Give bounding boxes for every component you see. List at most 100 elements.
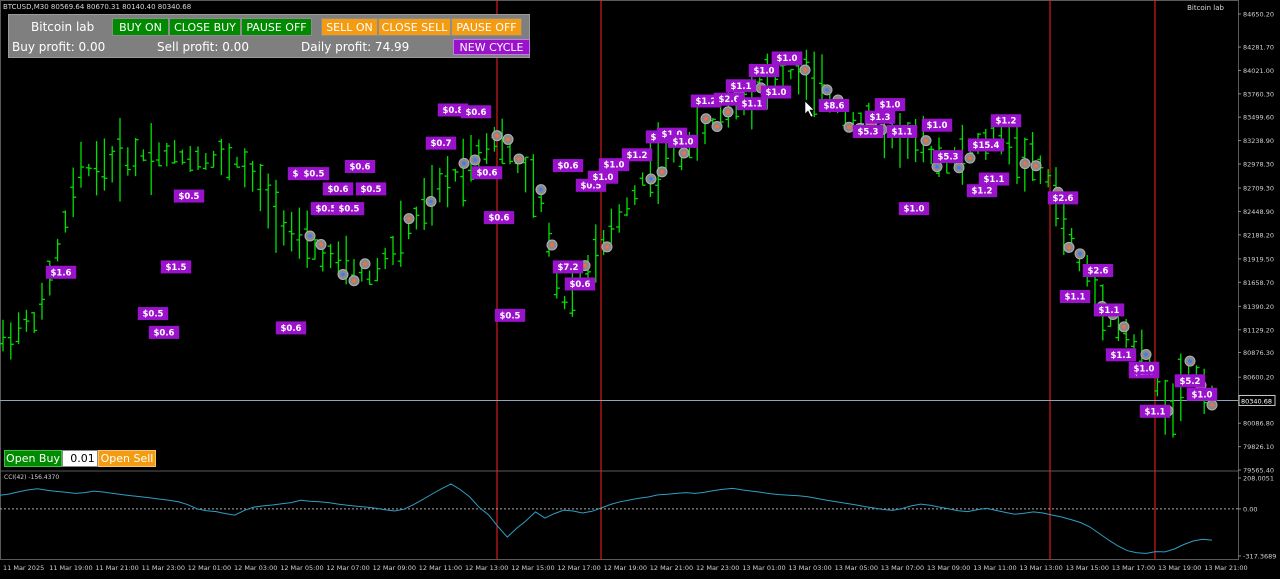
ohlc-bar <box>117 118 123 202</box>
trade-marker-arrow <box>308 234 312 238</box>
time-tick-label: 12 Mar 23:00 <box>696 564 739 572</box>
ohlc-bar <box>1029 131 1036 181</box>
ohlc-bar <box>273 179 279 253</box>
price-chart[interactable]: 84650.20 84281.70 84021.00 83760.30 83499.60… <box>0 0 1280 579</box>
profit-label: $5.3 <box>852 124 884 138</box>
time-tick-label: 12 Mar 17:00 <box>557 564 600 572</box>
profit-label-text: $0.6 <box>350 162 371 172</box>
price-tick-label: 82448.90 <box>1243 208 1274 216</box>
profit-label-text: $5.2 <box>1180 377 1201 387</box>
ohlc-bar <box>592 224 599 283</box>
profit-label: $1.0 <box>667 134 699 148</box>
profit-label-text: $2.6 <box>719 95 740 105</box>
profit-label: $0.5 <box>333 202 365 216</box>
profit-label-text: $1.0 <box>1192 390 1213 400</box>
time-tick-label: 13 Mar 09:00 <box>927 564 970 572</box>
profit-label-text: $1.0 <box>593 173 614 183</box>
profit-label-text: $1.1 <box>1111 351 1132 361</box>
ohlc-bar <box>195 146 201 171</box>
profit-label: $0.7 <box>425 136 457 150</box>
ohlc-bar <box>124 147 131 176</box>
profit-label-text: $8.6 <box>824 101 845 111</box>
ohlc-bar <box>101 138 108 191</box>
time-tick-label: 12 Mar 11:00 <box>419 564 462 572</box>
panel-title: Bitcoin lab <box>31 20 95 34</box>
profit-label-text: $1.0 <box>766 88 787 98</box>
close-buy-button[interactable]: CLOSE BUY <box>169 18 241 36</box>
chart-frame <box>0 0 1239 560</box>
price-tick-label: 83499.60 <box>1243 114 1274 122</box>
ohlc-bar <box>429 164 435 226</box>
open-buy-button[interactable]: Open Buy <box>4 450 62 467</box>
new-cycle-button[interactable]: NEW CYCLE <box>453 39 530 55</box>
pause-off-sell-button[interactable]: PAUSE OFF <box>451 18 522 36</box>
trade-marker-arrow <box>803 68 807 72</box>
trade-marker-arrow <box>517 157 521 161</box>
profit-label: $1.0 <box>921 118 953 132</box>
price-tick-label: 84021.00 <box>1243 67 1274 75</box>
price-tick-label: 79826.10 <box>1243 443 1274 451</box>
profit-label-text: $1.0 <box>777 54 798 64</box>
ohlc-bar <box>39 282 45 320</box>
trade-marker-arrow <box>341 272 345 277</box>
open-sell-button[interactable]: Open Sell <box>98 450 156 467</box>
ohlc-bar <box>444 156 451 208</box>
profit-label: $1.0 <box>771 51 803 65</box>
ohlc-bar <box>327 243 334 269</box>
ohlc-bar <box>226 143 233 181</box>
ohlc-bar <box>7 322 14 360</box>
sell-on-button[interactable]: SELL ON <box>321 18 378 36</box>
profit-label-text: $1.3 <box>870 113 891 123</box>
close-sell-button[interactable]: CLOSE SELL <box>378 18 451 36</box>
ohlc-bar <box>561 296 568 310</box>
profit-label-text: $0.6 <box>328 185 349 195</box>
ohlc-bar <box>132 137 139 177</box>
profit-label: $8.6 <box>818 98 850 112</box>
time-tick-label: 13 Mar 05:00 <box>835 564 878 572</box>
ohlc-bar <box>234 156 240 168</box>
ohlc-bar <box>218 138 225 176</box>
profit-label: $1.1 <box>1093 303 1125 317</box>
profit-label: $1.1 <box>1105 348 1137 362</box>
trade-marker-arrow <box>319 242 323 247</box>
pause-off-buy-button[interactable]: PAUSE OFF <box>241 18 312 36</box>
profit-label: $15.4 <box>968 138 1004 152</box>
trade-marker-arrow <box>605 245 609 249</box>
profit-label-text: $5.3 <box>938 153 959 163</box>
profit-label-text: $0.5 <box>500 311 521 321</box>
profit-label: $1.0 <box>898 202 930 216</box>
profit-label: $0.6 <box>275 321 307 335</box>
profit-label-text: $1.1 <box>984 175 1005 185</box>
lot-size-input[interactable] <box>62 450 98 467</box>
time-tick-label: 12 Mar 13:00 <box>465 564 508 572</box>
profit-label-text: $1.0 <box>880 101 901 111</box>
profit-label: $0.6 <box>148 325 180 339</box>
trade-marker-arrow <box>363 261 367 266</box>
profit-label: $1.1 <box>1139 404 1171 418</box>
ohlc-bar <box>608 208 615 244</box>
ohlc-bar <box>85 163 92 177</box>
ohlc-bar <box>171 140 178 164</box>
trade-marker-arrow <box>1067 245 1071 250</box>
profit-label: $1.1 <box>1059 290 1091 304</box>
price-tick-label: 80086.80 <box>1243 420 1274 428</box>
ohlc-bar <box>452 168 459 182</box>
profit-label-text: $1.0 <box>604 161 625 171</box>
ohlc-bar <box>1131 334 1137 351</box>
ohlc-bar <box>109 146 116 183</box>
chart-area[interactable]: 84650.20 84281.70 84021.00 83760.30 83499.60… <box>0 0 1280 579</box>
trade-marker-arrow <box>957 165 961 170</box>
ohlc-bar <box>280 210 287 246</box>
time-tick-label: 12 Mar 09:00 <box>373 564 416 572</box>
trade-marker-arrow <box>462 161 466 166</box>
buy-on-button[interactable]: BUY ON <box>112 18 169 36</box>
ohlc-bar <box>382 247 389 269</box>
ohlc-bar <box>335 241 342 274</box>
time-tick-label: 13 Mar 01:00 <box>742 564 785 572</box>
time-tick-label: 12 Mar 01:00 <box>188 564 231 572</box>
profit-label-text: $1.1 <box>731 82 752 92</box>
ohlc-bar <box>187 146 194 172</box>
time-tick-label: 13 Mar 21:00 <box>1204 564 1247 572</box>
trade-marker-arrow <box>660 170 664 174</box>
time-tick-label: 11 Mar 21:00 <box>95 564 138 572</box>
